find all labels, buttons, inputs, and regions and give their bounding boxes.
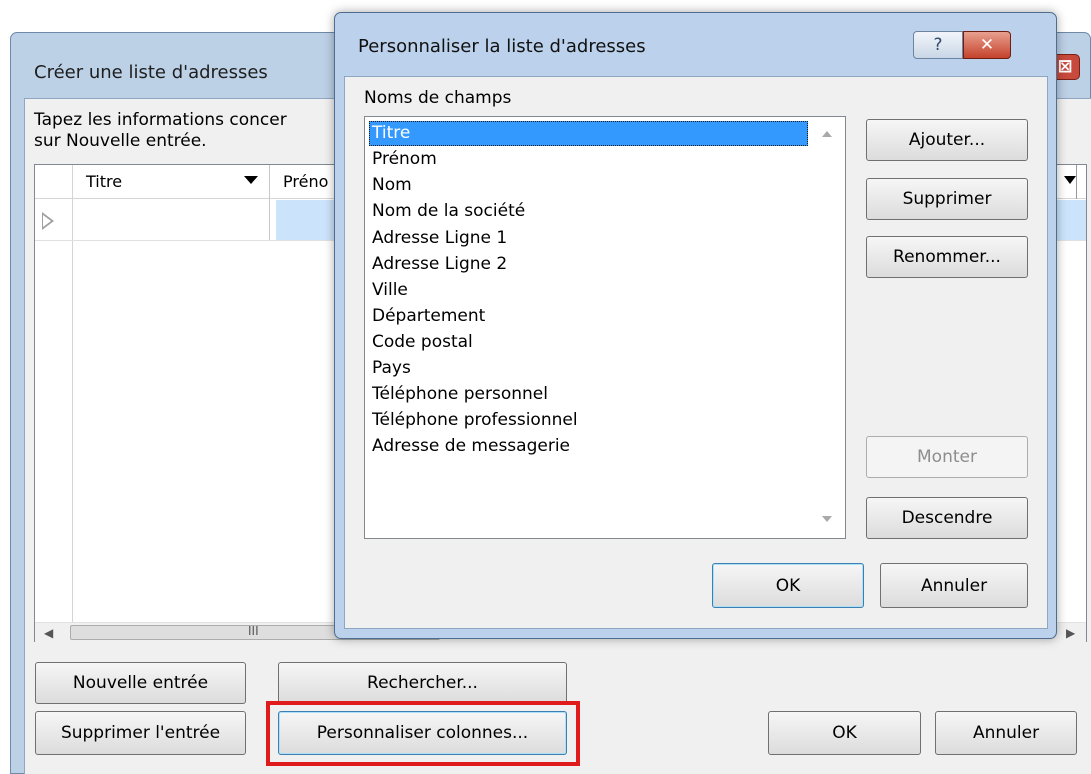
field-item-titre[interactable]: Titre: [372, 121, 410, 145]
field-item-ville[interactable]: Ville: [372, 278, 408, 302]
search-button[interactable]: Rechercher...: [278, 662, 567, 704]
remove-field-button[interactable]: Supprimer: [866, 178, 1028, 220]
field-item-prenom[interactable]: Prénom: [372, 147, 437, 171]
field-item-nom[interactable]: Nom: [372, 173, 412, 197]
field-item-departement[interactable]: Département: [372, 304, 485, 328]
field-item-email[interactable]: Adresse de messagerie: [372, 434, 570, 458]
field-item-tel-perso[interactable]: Téléphone personnel: [372, 382, 548, 406]
field-item-pays[interactable]: Pays: [372, 356, 411, 380]
row-header-column: [35, 165, 73, 641]
dialog-ok-button[interactable]: OK: [712, 563, 864, 608]
field-item-adresse-2[interactable]: Adresse Ligne 2: [372, 252, 507, 276]
ok-button[interactable]: OK: [768, 711, 921, 755]
move-up-button[interactable]: Monter: [866, 436, 1028, 478]
move-down-button[interactable]: Descendre: [866, 497, 1028, 539]
chevron-down-icon[interactable]: [244, 176, 258, 184]
chevron-down-icon[interactable]: [1064, 176, 1076, 184]
help-icon[interactable]: ?: [913, 31, 963, 59]
column-header-titre[interactable]: Titre: [86, 172, 122, 191]
dialog-title: Personnaliser la liste d'adresses: [358, 36, 646, 57]
row-pointer-icon-inner: [43, 215, 51, 227]
field-names-label: Noms de champs: [364, 88, 512, 108]
instructions-text: Tapez les informations concer sur Nouvel…: [34, 110, 287, 152]
scrollbar-grip: III: [248, 624, 259, 638]
list-scrollbar[interactable]: [811, 117, 845, 538]
field-item-nom-societe[interactable]: Nom de la société: [372, 199, 525, 223]
new-entry-button[interactable]: Nouvelle entrée: [35, 662, 246, 704]
field-item-code-postal[interactable]: Code postal: [372, 330, 473, 354]
add-field-button[interactable]: Ajouter...: [866, 119, 1028, 161]
field-item-adresse-1[interactable]: Adresse Ligne 1: [372, 226, 507, 250]
close-icon[interactable]: ✕: [963, 31, 1011, 59]
delete-entry-button[interactable]: Supprimer l'entrée: [35, 711, 246, 755]
dialog-cancel-button[interactable]: Annuler: [880, 563, 1028, 608]
column-divider: [269, 165, 270, 241]
column-header-prenom[interactable]: Préno: [283, 172, 328, 191]
instructions-line-1: Tapez les informations concer: [34, 110, 287, 130]
window-title: Créer une liste d'adresses: [34, 62, 268, 83]
rename-field-button[interactable]: Renommer...: [866, 236, 1028, 278]
field-item-tel-pro[interactable]: Téléphone professionnel: [372, 408, 578, 432]
selected-field-highlight: [369, 121, 808, 146]
column-divider: [1076, 165, 1077, 199]
highlight-box: [266, 701, 580, 766]
scroll-right-icon[interactable]: ▶: [1066, 626, 1075, 640]
instructions-line-2: sur Nouvelle entrée.: [34, 131, 207, 151]
cancel-button[interactable]: Annuler: [935, 711, 1077, 755]
scroll-down-icon[interactable]: [822, 516, 832, 522]
scroll-up-icon[interactable]: [822, 131, 832, 137]
scroll-left-icon[interactable]: ◀: [44, 626, 53, 640]
